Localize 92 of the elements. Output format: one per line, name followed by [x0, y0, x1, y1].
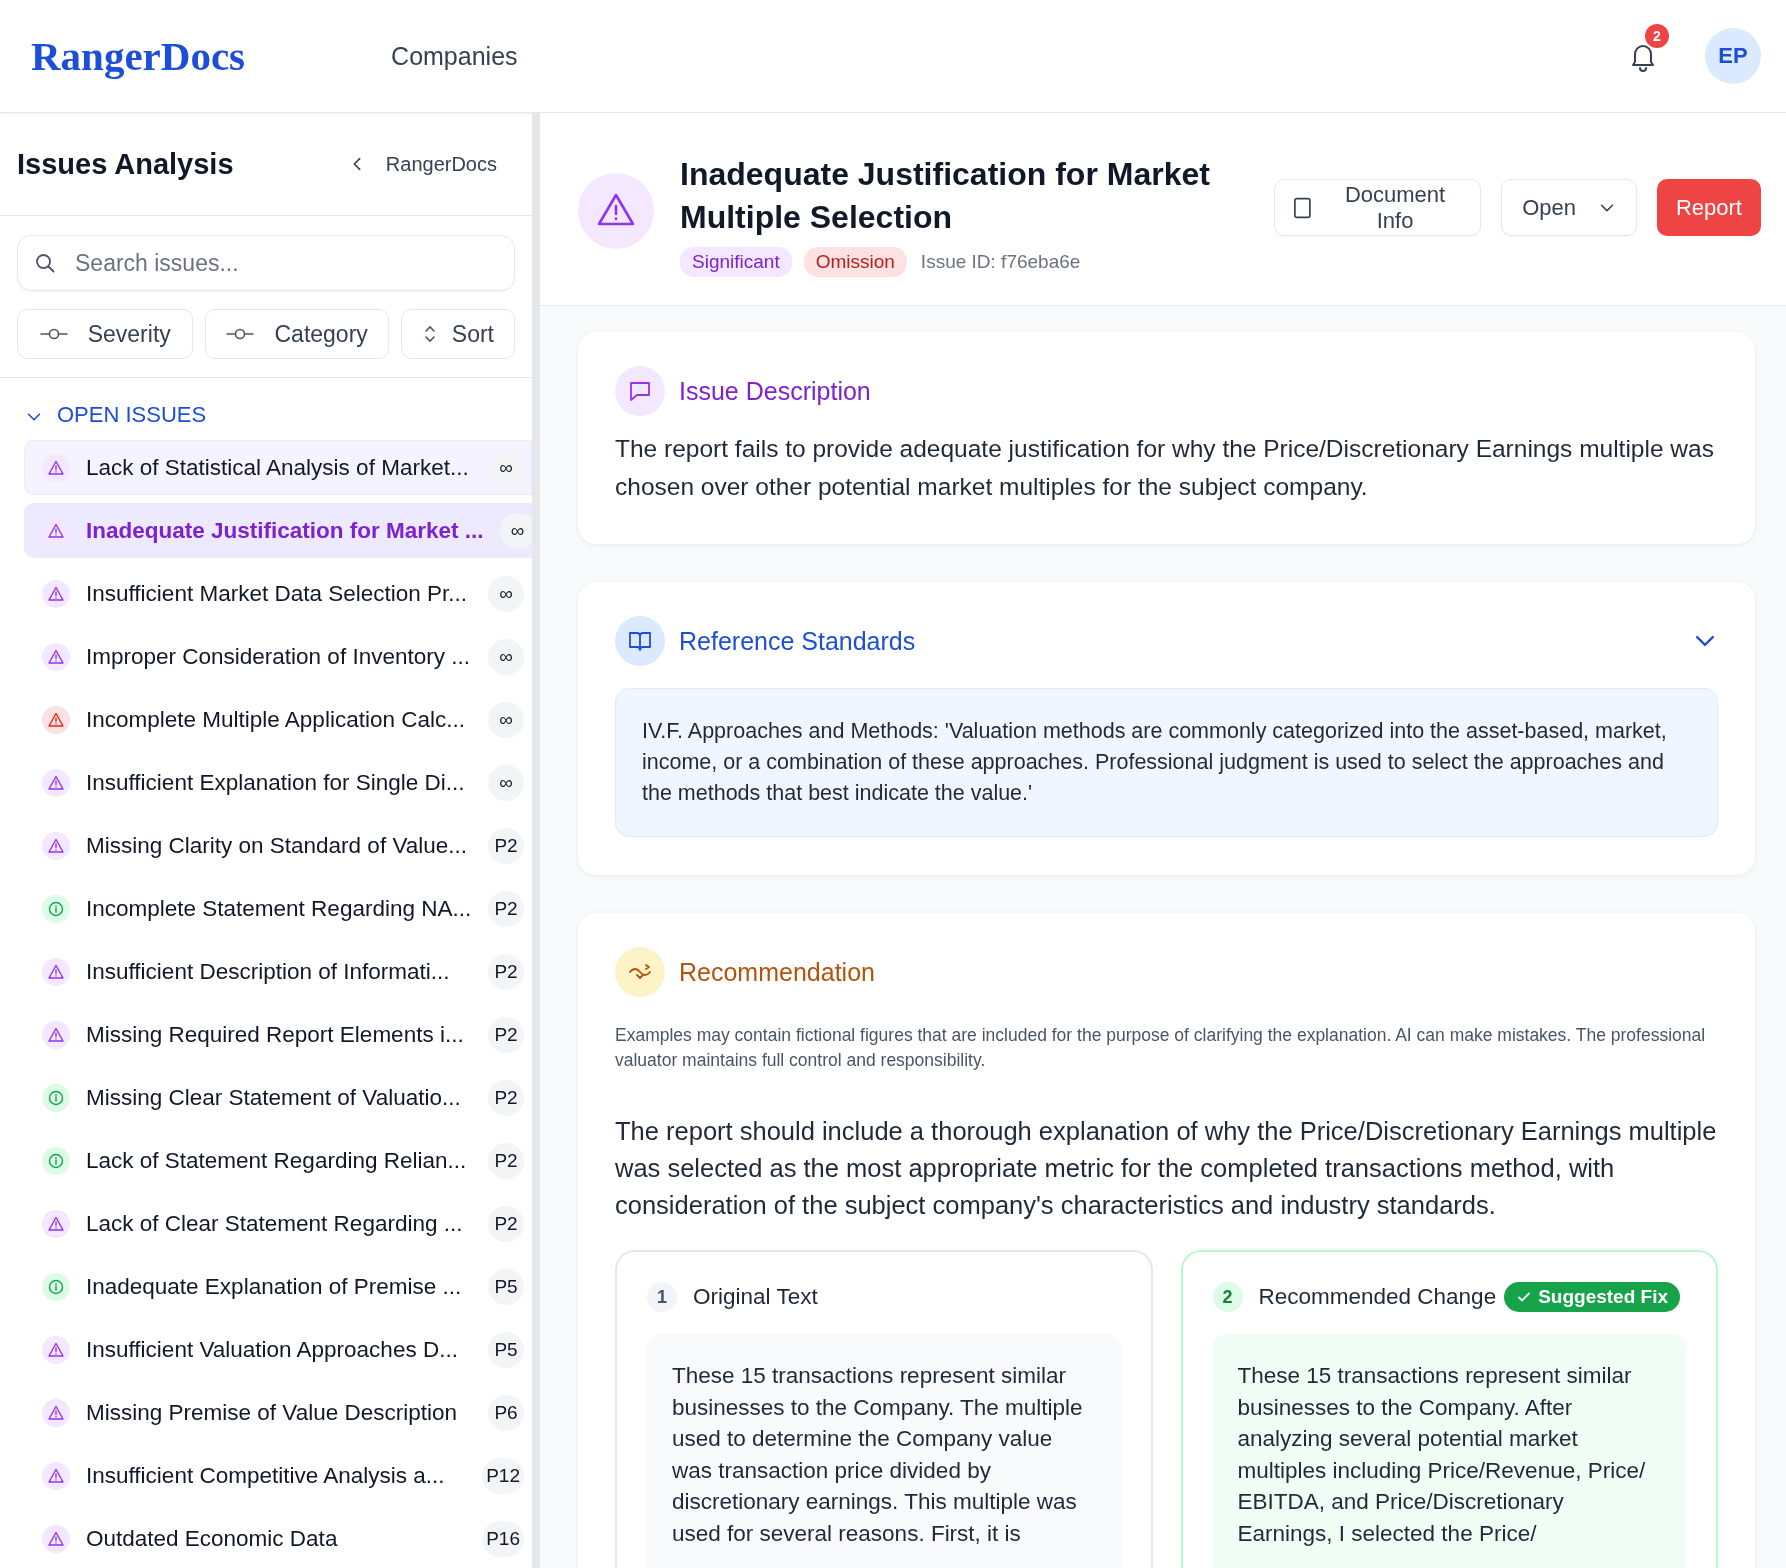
- back-link[interactable]: RangerDocs: [347, 152, 497, 176]
- status-dropdown[interactable]: Open: [1501, 179, 1637, 236]
- info-icon: [42, 1272, 70, 1301]
- suggested-fix-badge: Suggested Fix: [1504, 1282, 1680, 1312]
- sidebar-title: Issues Analysis: [17, 147, 234, 181]
- user-avatar[interactable]: EP: [1705, 28, 1761, 84]
- report-button[interactable]: Report: [1656, 179, 1761, 236]
- section-header[interactable]: OPEN ISSUES: [0, 378, 532, 440]
- page-badge: P2: [488, 1079, 524, 1116]
- sort-button[interactable]: Sort: [400, 309, 515, 359]
- document-info-button[interactable]: Document Info: [1274, 179, 1482, 236]
- warning-icon: [42, 1398, 70, 1427]
- search-field[interactable]: Search issues...: [17, 235, 515, 291]
- disclaimer-text: Examples may contain fictional figures that are included for the purpose of clarifying the explanation. AI can make mistakes. The professional valuator maintains full control and responsibility.: [615, 1024, 1707, 1072]
- panel-title: Original Text: [693, 1284, 818, 1310]
- slider-icon: [226, 327, 255, 341]
- document-icon: [1293, 195, 1312, 220]
- issue-item[interactable]: Insufficient Description of Informati... P2: [24, 944, 532, 999]
- notification-badge: 2: [1645, 24, 1669, 48]
- warning-icon: [42, 768, 70, 797]
- book-icon: [615, 616, 665, 666]
- warning-icon: [578, 173, 654, 249]
- description-text: The report fails to provide adequate justification for why the Price/Discretionary Earnings multiple was chosen over other potential market multiples for the subject company.: [615, 434, 1715, 502]
- info-icon: [42, 1083, 70, 1112]
- page-badge: P5: [488, 1331, 524, 1368]
- severity-tag: Significant: [680, 247, 792, 277]
- page-badge: P2: [488, 953, 524, 990]
- warning-icon: [42, 642, 70, 671]
- step-number: 1: [647, 1282, 677, 1312]
- nav-link[interactable]: Companies: [391, 41, 518, 71]
- category-tag: Omission: [803, 247, 907, 277]
- warning-icon: [42, 957, 70, 986]
- page-badge: ∞: [488, 449, 524, 486]
- issue-item[interactable]: Inadequate Explanation of Premise ... P5: [24, 1259, 532, 1314]
- issue-item[interactable]: Outdated Economic Data P16: [24, 1511, 532, 1566]
- issue-item[interactable]: Lack of Statistical Analysis of Market... ∞: [24, 440, 532, 495]
- warning-icon: [42, 453, 70, 482]
- speech-bubble-icon: [615, 366, 665, 416]
- card-title: Recommendation: [679, 957, 875, 987]
- warning-icon: [42, 1209, 70, 1238]
- issue-item[interactable]: Insufficient Competitive Analysis a... P12: [24, 1448, 532, 1503]
- page-badge: P2: [488, 1205, 524, 1242]
- issue-item[interactable]: Missing Clarity on Standard of Value... P2: [24, 818, 532, 873]
- issue-item[interactable]: Improper Consideration of Inventory ... ∞: [24, 629, 532, 684]
- page-badge: P6: [488, 1394, 524, 1431]
- issue-item[interactable]: Missing Premise of Value Description P6: [24, 1385, 532, 1440]
- card-title: Reference Standards: [679, 626, 916, 656]
- panel-title: Recommended Change: [1258, 1284, 1497, 1310]
- warning-icon: [42, 1461, 70, 1490]
- page-badge: P2: [488, 1016, 524, 1053]
- issue-item[interactable]: Insufficient Market Data Selection Pr... ∞: [24, 566, 532, 621]
- warning-icon: [42, 516, 70, 545]
- page-badge: ∞: [488, 701, 524, 738]
- app-logo[interactable]: RangerDocs: [31, 32, 246, 80]
- issue-title: Inadequate Justification for Market Multiple Selection: [680, 155, 1211, 237]
- issue-item[interactable]: Lack of Clear Statement Regarding ... P2: [24, 1196, 532, 1251]
- filter-button[interactable]: Category: [205, 309, 389, 359]
- warning-icon: [42, 705, 70, 734]
- page-badge: P2: [488, 1142, 524, 1179]
- warning-icon: [42, 1020, 70, 1049]
- issue-item[interactable]: Incomplete Statement Regarding NA... P2: [24, 881, 532, 936]
- page-badge: P2: [488, 827, 524, 864]
- info-icon: [42, 1146, 70, 1175]
- reference-text: IV.F. Approaches and Methods: 'Valuation methods are commonly categorized into the asset-based, market, income, or a combination of these approaches. Professional judgment is used to select the approaches and the methods that best indicate the value.': [615, 688, 1718, 837]
- page-badge: ∞: [499, 512, 532, 549]
- page-badge: ∞: [488, 638, 524, 675]
- page-badge: P2: [488, 890, 524, 927]
- page-badge: P5: [488, 1268, 524, 1305]
- issue-item[interactable]: Insufficient Explanation for Single Di... ∞: [24, 755, 532, 810]
- panel-text: These 15 transactions represent similar businesses to the Company. The multiple used to determine the Company value was transaction price divided by discretionary earnings. This multiple was used for several reasons. First, it is: [647, 1334, 1121, 1568]
- warning-icon: [42, 831, 70, 860]
- issue-item[interactable]: Missing Required Report Elements i... P2: [24, 1007, 532, 1062]
- page-badge: ∞: [488, 764, 524, 801]
- recommendation-text: The report should include a thorough explanation of why the Price/Discretionary Earnings multiple was selected as the most appropriate metric for the completed transactions method, with consideration of the subject company's characteristics and industry standards.: [615, 1116, 1718, 1221]
- issue-item[interactable]: Insufficient Valuation Approaches D... P5: [24, 1322, 532, 1377]
- page-badge: P12: [482, 1457, 524, 1494]
- slider-icon: [39, 327, 68, 341]
- issue-item[interactable]: Lack of Statement Regarding Relian... P2: [24, 1133, 532, 1188]
- issue-item[interactable]: Missing Clear Statement of Valuatio... P2: [24, 1070, 532, 1125]
- filter-button[interactable]: Severity: [17, 309, 194, 359]
- issue-item[interactable]: Incomplete Multiple Application Calc... ∞: [24, 692, 532, 747]
- warning-icon: [42, 1524, 70, 1553]
- warning-icon: [42, 1335, 70, 1364]
- step-number: 2: [1212, 1282, 1243, 1312]
- card-title: Issue Description: [679, 376, 871, 406]
- page-badge: ∞: [488, 575, 524, 612]
- issue-id: Issue ID: f76eba6e: [920, 251, 1081, 273]
- info-icon: [42, 894, 70, 923]
- warning-icon: [42, 579, 70, 608]
- issue-item[interactable]: Inadequate Justification for Market ... ∞: [24, 503, 532, 558]
- page-badge: P16: [482, 1520, 524, 1557]
- panel-text: These 15 transactions represent similar businesses to the Company. After analyzing several potential market multiples including Price/Revenue, Price/ EBITDA, and Price/Discretionary Earnings, I selected the Price/: [1212, 1334, 1686, 1568]
